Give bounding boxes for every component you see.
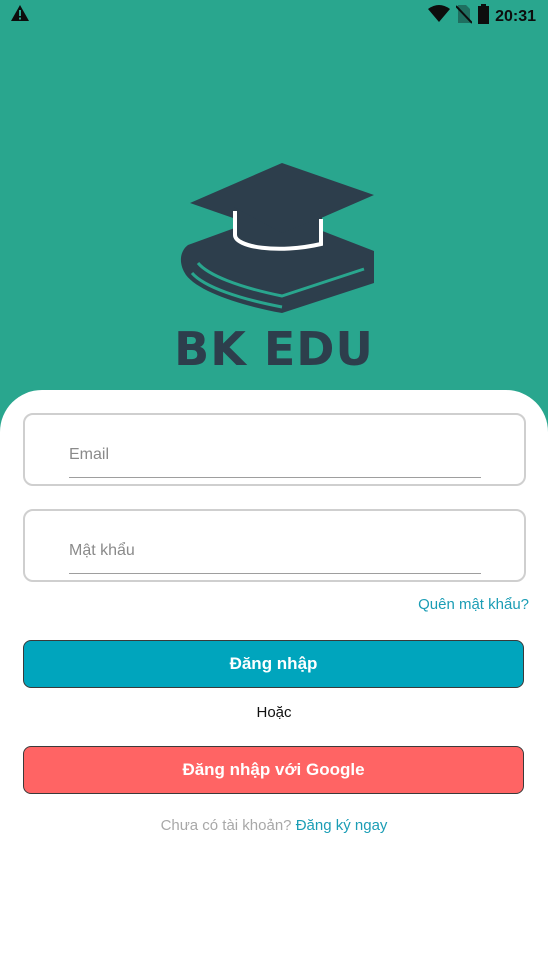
or-divider-text: Hoặc bbox=[256, 704, 292, 721]
warning-icon bbox=[10, 4, 30, 27]
email-input[interactable] bbox=[69, 439, 481, 478]
status-bar: 20:31 bbox=[0, 0, 548, 30]
login-screen: 20:31 BK EDU Quên mật khẩu? Đăng nhập Ho… bbox=[0, 0, 548, 975]
login-button[interactable]: Đăng nhập bbox=[23, 640, 524, 688]
email-field[interactable] bbox=[23, 413, 526, 486]
google-login-button[interactable]: Đăng nhập với Google bbox=[23, 746, 524, 794]
signup-prompt: Chưa có tài khoản? bbox=[160, 817, 292, 834]
status-icons: 20:31 bbox=[428, 4, 536, 29]
signup-link[interactable]: Đăng ký ngay bbox=[296, 817, 388, 834]
forgot-password-link[interactable]: Quên mật khẩu? bbox=[418, 596, 529, 613]
graduation-cap-book-icon bbox=[180, 163, 374, 313]
status-time: 20:31 bbox=[495, 7, 536, 25]
signup-line: Chưa có tài khoản? Đăng ký ngay bbox=[0, 817, 548, 834]
wifi-icon bbox=[428, 5, 451, 28]
password-input[interactable] bbox=[69, 535, 481, 574]
no-sim-icon bbox=[455, 4, 473, 29]
battery-icon bbox=[478, 4, 490, 29]
brand-name: BK EDU bbox=[174, 322, 374, 376]
password-field[interactable] bbox=[23, 509, 526, 582]
